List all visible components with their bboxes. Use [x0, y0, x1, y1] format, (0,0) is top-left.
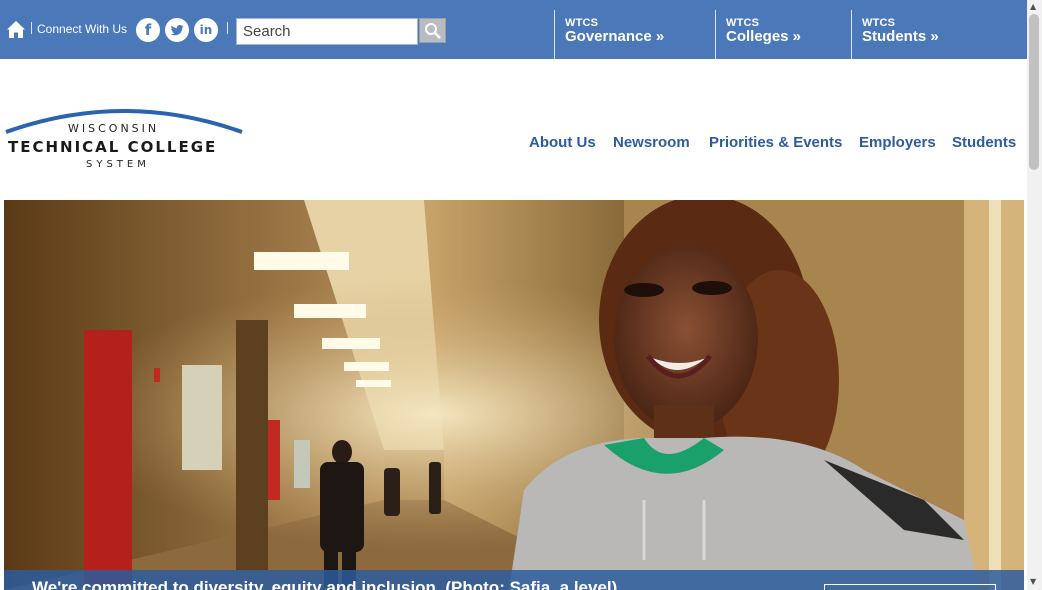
hero-cta-button[interactable] — [824, 584, 996, 590]
search-button[interactable] — [419, 18, 446, 43]
scroll-down-icon[interactable]: ▼ — [1030, 577, 1036, 586]
magnifier-icon — [425, 23, 441, 39]
hero-caption-bar: We're committed to diversity, equity and… — [4, 570, 1024, 590]
hero-image: We're committed to diversity, equity and… — [4, 200, 1024, 590]
home-icon[interactable] — [6, 20, 26, 40]
wtcs-governance-link[interactable]: WTCS Governance » — [554, 10, 716, 59]
nav-about-us[interactable]: About Us — [529, 134, 596, 151]
wtcs-logo[interactable]: WISCONSIN TECHNICAL COLLEGE SYSTEM — [4, 100, 244, 175]
page-scrollbar[interactable]: ▲ ▼ — [1027, 0, 1042, 590]
twitter-icon[interactable] — [165, 18, 189, 42]
facebook-icon[interactable]: f — [136, 18, 160, 42]
logo-text-wisconsin: WISCONSIN — [68, 122, 160, 135]
nav-students[interactable]: Students — [952, 134, 1016, 151]
nav-priorities-events[interactable]: Priorities & Events — [709, 134, 842, 151]
divider — [227, 22, 228, 34]
hero-caption: We're committed to diversity, equity and… — [32, 578, 618, 590]
wtcs-colleges-link[interactable]: WTCS Colleges » — [715, 10, 852, 59]
nav-newsroom[interactable]: Newsroom — [613, 134, 690, 151]
divider — [31, 22, 32, 34]
scroll-up-icon[interactable]: ▲ — [1030, 2, 1036, 11]
students-label: Students » — [862, 28, 939, 45]
logo-text-technical-college: TECHNICAL COLLEGE — [8, 138, 218, 156]
top-utility-bar: Connect With Us f in WTCS Governance » W… — [0, 0, 1027, 59]
logo-text-system: SYSTEM — [86, 159, 150, 170]
scroll-thumb[interactable] — [1029, 14, 1039, 170]
wtcs-students-link[interactable]: WTCS Students » — [851, 10, 1027, 59]
governance-label: Governance » — [565, 28, 665, 45]
hero-photo — [4, 200, 1024, 590]
colleges-label: Colleges » — [726, 28, 802, 45]
search-input[interactable] — [236, 18, 418, 45]
linkedin-icon[interactable]: in — [194, 18, 218, 42]
connect-with-us-label: Connect With Us — [37, 22, 128, 36]
nav-employers[interactable]: Employers — [859, 134, 936, 151]
